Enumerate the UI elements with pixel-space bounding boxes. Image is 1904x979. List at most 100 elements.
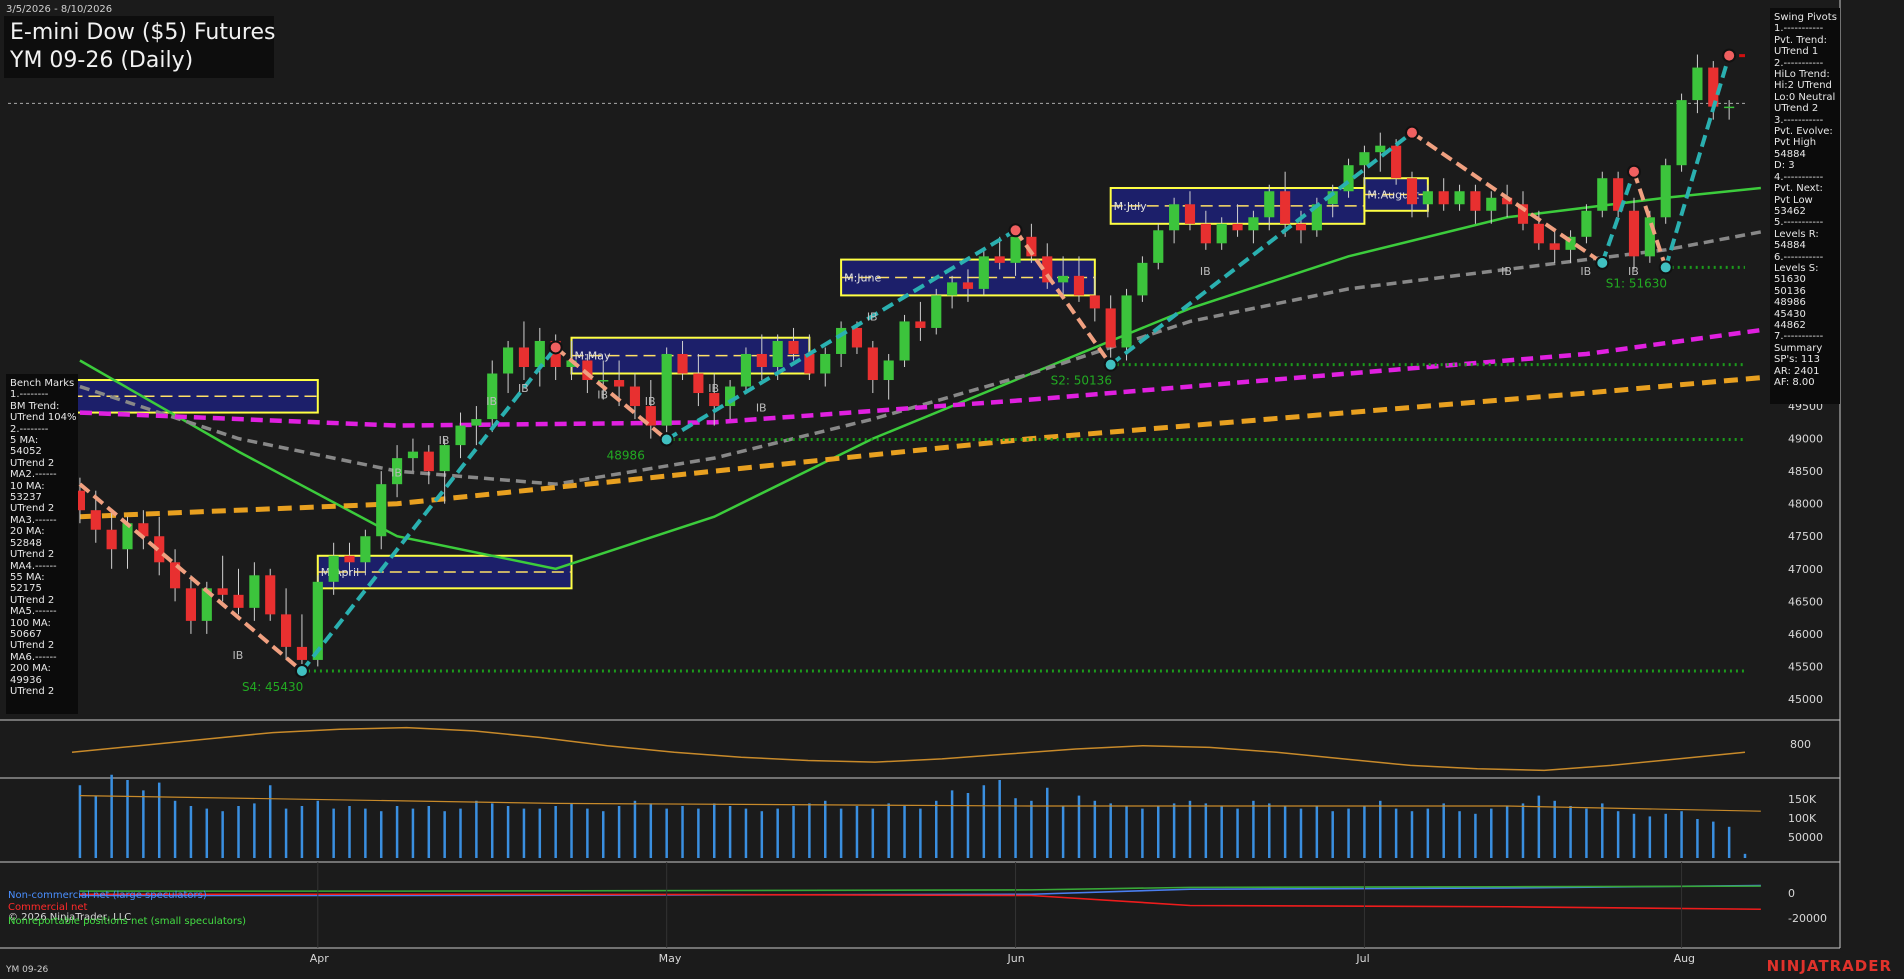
- footer-symbol: YM 09-26: [6, 965, 49, 975]
- ib-mark: IB: [756, 402, 767, 415]
- candle-body: [820, 353, 831, 374]
- swing-pivots-panel: Swing Pivots 1.----------- Pvt. Trend: U…: [1770, 8, 1840, 404]
- candle-body: [962, 282, 974, 289]
- candle-body: [1375, 145, 1386, 153]
- candle-body: [867, 347, 878, 381]
- candle-body: [518, 347, 530, 367]
- y-tick-label: 49000: [1788, 433, 1823, 446]
- candle-body: [1153, 230, 1164, 263]
- candle-body: [1105, 308, 1116, 348]
- y-tick-label: 46000: [1788, 628, 1823, 641]
- candle-body: [1073, 275, 1085, 296]
- x-tick-label: Jul: [1355, 952, 1369, 965]
- candle-body: [1454, 191, 1465, 205]
- legend-noncommercial: Non-commercial net (large speculators): [8, 890, 207, 901]
- candle-body: [931, 295, 942, 328]
- candle-body: [915, 321, 926, 328]
- candle-body: [1216, 223, 1227, 244]
- date-range: 3/5/2026 - 8/10/2026: [6, 4, 113, 15]
- candle-body: [851, 327, 863, 348]
- candle-body: [1676, 100, 1687, 166]
- support-label: 48986: [607, 449, 645, 463]
- candle-body: [994, 256, 1005, 263]
- candle-body: [1549, 243, 1560, 250]
- candle-body: [1486, 197, 1497, 211]
- x-tick-label: Jun: [1007, 952, 1025, 965]
- ib-mark: IB: [645, 395, 656, 408]
- y-tick-label: 48000: [1788, 498, 1823, 511]
- pivot-marker: [294, 663, 309, 678]
- support-label: S4: 45430: [242, 680, 303, 694]
- candle-body: [1422, 191, 1433, 205]
- x-tick-label: Aug: [1674, 952, 1695, 965]
- y-tick-label: 45500: [1788, 660, 1823, 673]
- candle-body: [360, 536, 371, 563]
- ib-mark: IB: [1628, 265, 1639, 278]
- y-tick-label: 48500: [1788, 465, 1823, 478]
- candle-body: [740, 353, 752, 387]
- candle-body: [122, 523, 133, 550]
- candle-body: [1264, 191, 1275, 218]
- chart-svg: 45000 45500 46000 46500 47000 47500 48000 48500…: [0, 0, 1904, 979]
- candle-body: [1295, 223, 1307, 231]
- candle-body: [217, 588, 228, 595]
- candle-body: [756, 353, 767, 367]
- monthly-box-label: M:April: [321, 566, 359, 579]
- monthly-box-label: M:July: [1114, 200, 1147, 213]
- support-label: S1: 51630: [1606, 276, 1667, 290]
- candle-body: [788, 340, 799, 354]
- ib-mark: IB: [1501, 265, 1512, 278]
- ib-mark: IB: [439, 434, 450, 447]
- candle-body: [296, 646, 308, 660]
- volume-tick-label: 50000: [1788, 831, 1823, 844]
- candle-body: [233, 594, 244, 608]
- candle-body: [1343, 165, 1354, 192]
- candle-body: [1581, 210, 1592, 237]
- candle-body: [772, 340, 783, 367]
- candle-body: [90, 510, 101, 530]
- chart-subtitle: YM 09-26 (Daily): [10, 48, 194, 73]
- candle-body: [1724, 106, 1735, 109]
- ib-mark: IB: [233, 649, 244, 662]
- candle-body: [1248, 217, 1259, 231]
- candle-body: [534, 340, 545, 367]
- candle-body: [1708, 67, 1719, 107]
- candle-body: [423, 451, 434, 472]
- candle-body: [376, 484, 387, 537]
- ninjatrader-logo: NINJATRADER: [1766, 957, 1892, 975]
- ib-mark: IB: [486, 395, 497, 408]
- candle-body: [1184, 204, 1196, 224]
- candle-body: [661, 353, 672, 426]
- candle-body: [328, 555, 339, 582]
- candle-body: [598, 380, 609, 382]
- candle-body: [1692, 67, 1703, 101]
- candle-body: [439, 445, 450, 472]
- candle-body: [1533, 223, 1544, 244]
- volume-tick-label: 100K: [1788, 812, 1817, 825]
- candle-body: [1089, 295, 1100, 309]
- candle-body: [1359, 152, 1370, 166]
- pivot-marker: [1595, 255, 1610, 270]
- x-tick-label: Apr: [310, 952, 330, 965]
- candle-body: [1660, 165, 1671, 218]
- monthly-box-label: M:May: [575, 350, 611, 363]
- candle-body: [693, 373, 704, 394]
- candle-body: [106, 529, 117, 550]
- candle-body: [281, 614, 292, 647]
- instrument-title: E-mini Dow ($5) Futures: [10, 20, 276, 45]
- candle-body: [1644, 217, 1655, 257]
- candle-body: [471, 419, 482, 426]
- candle-body: [677, 353, 688, 374]
- candle-body: [1058, 275, 1069, 283]
- cot-tick-label: -20000: [1788, 912, 1827, 925]
- candle-body: [1406, 178, 1418, 205]
- candle-body: [947, 282, 958, 296]
- ib-mark: IB: [518, 382, 529, 395]
- candle-body: [1137, 262, 1148, 296]
- candle-body: [1169, 204, 1180, 231]
- ib-mark: IB: [867, 310, 878, 323]
- candle-body: [1200, 223, 1211, 244]
- candle-body: [804, 353, 815, 374]
- candle-body: [1470, 191, 1481, 211]
- y-tick-label: 47000: [1788, 563, 1823, 576]
